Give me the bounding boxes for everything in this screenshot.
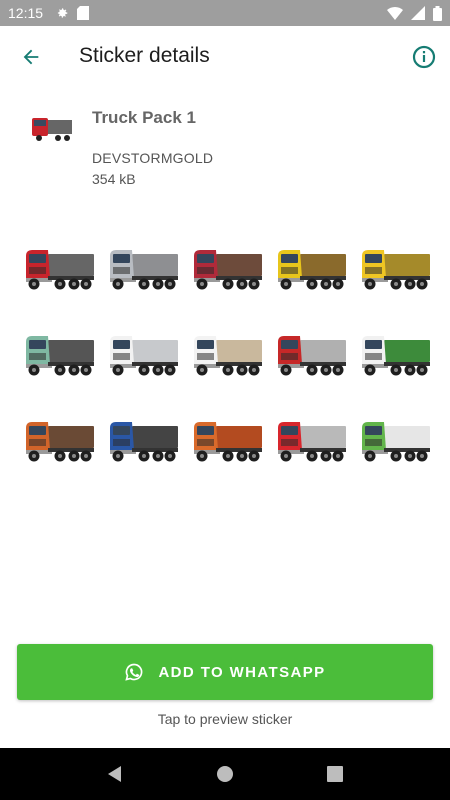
truck-sticker-icon: [278, 336, 346, 376]
truck-sticker-icon: [362, 336, 430, 376]
truck-sticker-icon: [278, 422, 346, 462]
info-button[interactable]: [410, 43, 438, 71]
nav-back-button[interactable]: [95, 754, 135, 794]
truck-sticker-icon: [110, 422, 178, 462]
sticker-item[interactable]: [101, 396, 185, 482]
navigation-bar: [0, 748, 450, 800]
pack-name: Truck Pack 1: [92, 108, 196, 127]
sticker-item[interactable]: [353, 310, 437, 396]
status-bar: 12:15: [0, 0, 450, 26]
info-icon: [412, 45, 436, 69]
arrow-left-icon: [23, 49, 39, 65]
sticker-item[interactable]: [185, 224, 269, 310]
battery-icon: [433, 5, 442, 21]
sticker-item[interactable]: [269, 396, 353, 482]
truck-sticker-icon: [362, 250, 430, 290]
whatsapp-icon: [125, 663, 143, 681]
back-triangle-icon: [108, 766, 121, 782]
truck-sticker-icon: [26, 336, 94, 376]
sticker-item[interactable]: [185, 396, 269, 482]
preview-hint: Tap to preview sticker: [157, 711, 293, 727]
gear-icon: [57, 8, 68, 18]
sticker-item[interactable]: [269, 310, 353, 396]
page-title: Sticker details: [79, 44, 210, 67]
status-left-icons: [55, 6, 90, 20]
status-time: 12:15: [8, 5, 44, 21]
signal-icon: [411, 6, 425, 20]
sticker-item[interactable]: [185, 310, 269, 396]
sticker-item[interactable]: [101, 224, 185, 310]
truck-sticker-icon: [194, 422, 262, 462]
sticker-item[interactable]: [269, 224, 353, 310]
add-to-whatsapp-button[interactable]: ADD TO WHATSAPP: [17, 644, 433, 700]
truck-sticker-icon: [194, 336, 262, 376]
truck-sticker-icon: [278, 250, 346, 290]
wifi-icon: [387, 7, 403, 20]
sticker-item[interactable]: [101, 310, 185, 396]
sticker-item[interactable]: [353, 396, 437, 482]
truck-sticker-icon: [110, 336, 178, 376]
sticker-item[interactable]: [353, 224, 437, 310]
sticker-grid: [17, 224, 437, 482]
home-circle-icon: [217, 766, 233, 782]
truck-sticker-icon: [110, 250, 178, 290]
add-to-whatsapp-label: ADD TO WHATSAPP: [158, 663, 326, 681]
app-bar: Sticker details: [0, 26, 450, 88]
pack-tray-icon: [32, 118, 72, 141]
truck-sticker-icon: [26, 422, 94, 462]
nav-home-button[interactable]: [205, 754, 245, 794]
recents-square-icon: [327, 766, 343, 782]
sticker-item[interactable]: [17, 224, 101, 310]
truck-sticker-icon: [194, 250, 262, 290]
status-right-icons: [387, 5, 442, 21]
sticker-item[interactable]: [17, 310, 101, 396]
sticker-item[interactable]: [17, 396, 101, 482]
truck-sticker-icon: [26, 250, 94, 290]
nav-recents-button[interactable]: [315, 754, 355, 794]
back-button[interactable]: [16, 42, 46, 72]
pack-publisher: DEVSTORMGOLD: [92, 150, 214, 166]
pack-size: 354 kB: [92, 171, 136, 187]
truck-sticker-icon: [362, 422, 430, 462]
sd-card-icon: [77, 6, 90, 20]
